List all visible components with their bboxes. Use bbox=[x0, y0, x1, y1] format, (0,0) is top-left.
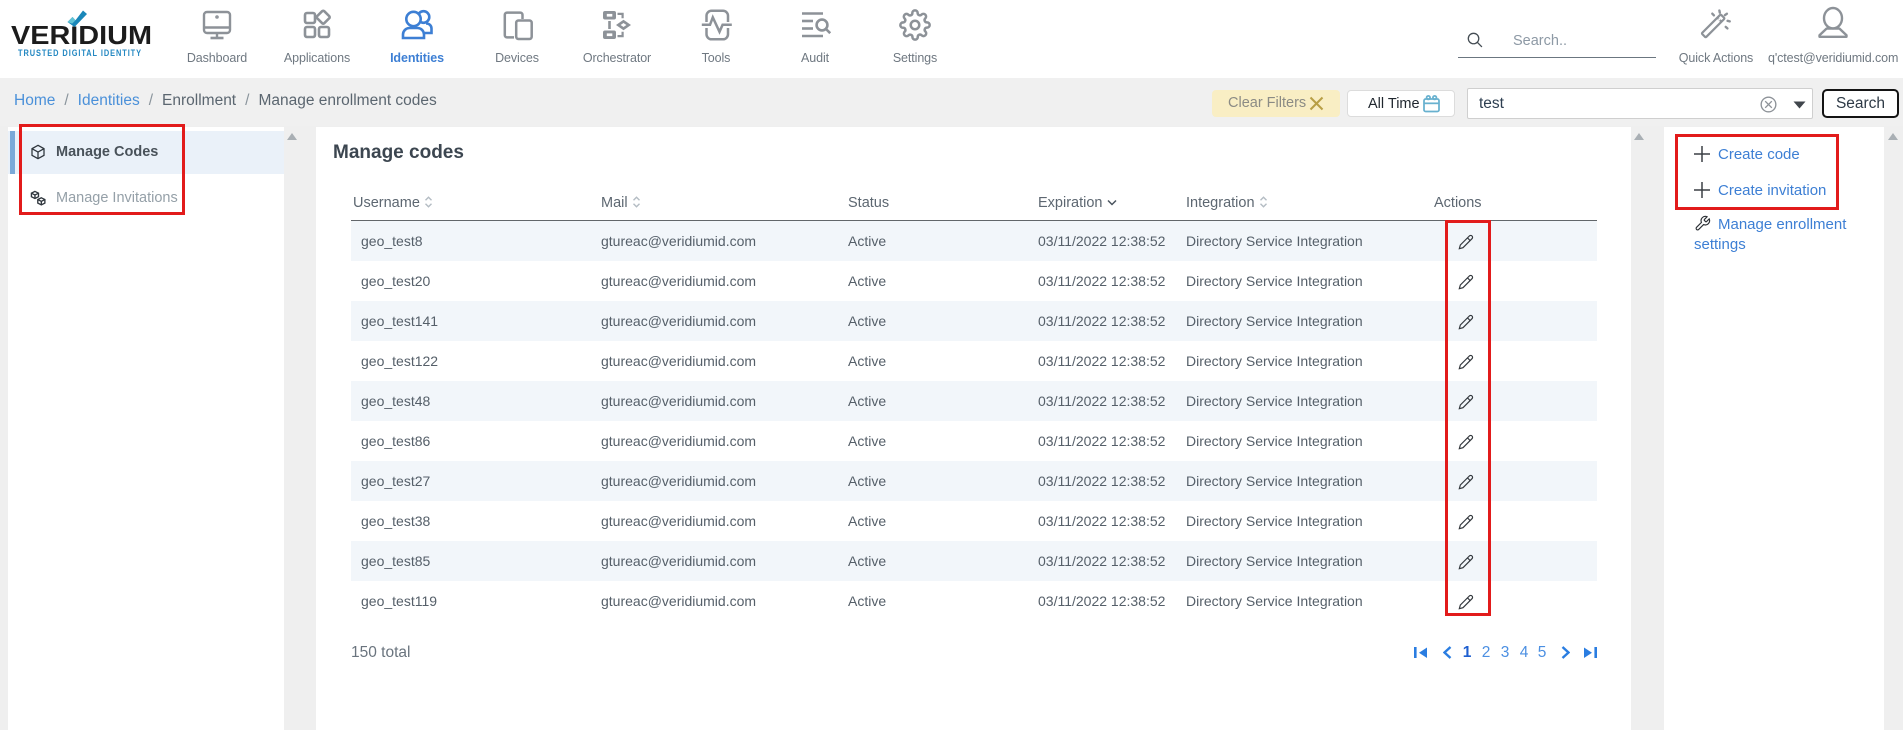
svg-text:TRUSTED DIGITAL IDENTITY: TRUSTED DIGITAL IDENTITY bbox=[18, 48, 142, 59]
svg-text:VERIDIUM: VERIDIUM bbox=[11, 20, 152, 50]
